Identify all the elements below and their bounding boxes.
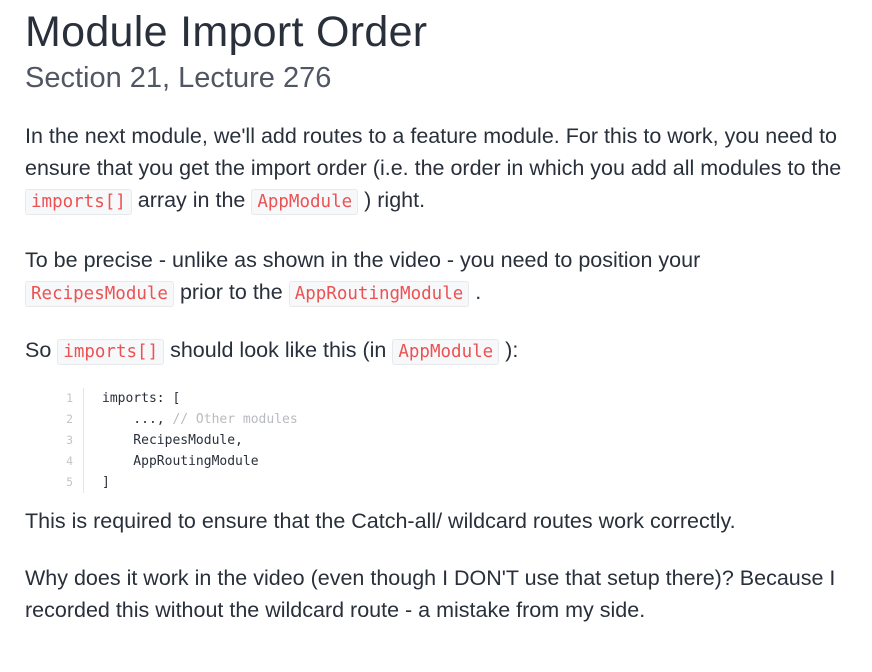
text-segment: . (469, 279, 482, 304)
inline-code: AppModule (251, 188, 359, 215)
paragraph-required: This is required to ensure that the Catc… (25, 508, 736, 533)
text-segment: In the next module, we'll add routes to … (25, 123, 842, 180)
inline-code: imports[] (57, 338, 165, 365)
text-segment: should look like this (in (164, 337, 393, 362)
code-segment: RecipesModule, (102, 432, 243, 448)
text-segment: prior to the (173, 279, 289, 304)
code-line: 5] (53, 471, 855, 493)
code-block: 1 imports: [ 2 ..., // Other modules 3 Re… (53, 387, 855, 493)
lecture-title: Module Import Order (25, 8, 428, 56)
paragraph-precise: To be precise - unlike as shown in the v… (25, 244, 855, 310)
code-segment: AppRoutingModule (102, 453, 259, 469)
line-number: 3 (53, 429, 84, 451)
paragraph-video-note: Why does it work in the video (even thou… (25, 565, 836, 622)
line-number: 1 (53, 387, 84, 409)
inline-code: AppModule (392, 338, 500, 365)
code-text: AppRoutingModule (84, 451, 259, 472)
code-text: RecipesModule, (84, 430, 243, 451)
line-number: 2 (53, 408, 84, 430)
code-line: 1 imports: [ (53, 387, 855, 409)
paragraph-intro: In the next module, we'll add routes to … (25, 120, 855, 218)
code-line: 2 ..., // Other modules (53, 408, 855, 430)
line-number: 5 (53, 471, 84, 493)
inline-code: imports[] (25, 188, 132, 215)
paragraph-imports: So imports[] should look like this (in A… (25, 334, 855, 368)
text-segment: So (25, 337, 58, 362)
text-segment: array in the (131, 187, 252, 212)
code-text: imports: [ (84, 388, 180, 409)
inline-code: RecipesModule (25, 280, 174, 307)
code-comment: // Other modules (172, 411, 298, 427)
code-text: ..., // Other modules (84, 409, 298, 430)
lecture-article: Module Import Order Section 21, Lecture … (0, 0, 855, 626)
code-segment: ..., (102, 411, 173, 427)
lecture-subtitle: Section 21, Lecture 276 (25, 62, 332, 94)
code-segment: ] (102, 474, 110, 490)
text-segment: To be precise - unlike as shown in the v… (25, 247, 701, 272)
code-line: 3 RecipesModule, (53, 429, 855, 451)
text-segment: ): (499, 337, 519, 362)
line-number: 4 (53, 450, 84, 472)
code-line: 4 AppRoutingModule (53, 450, 855, 472)
code-text: ] (84, 472, 110, 493)
inline-code: AppRoutingModule (288, 280, 470, 307)
code-segment: imports: [ (102, 390, 181, 406)
text-segment: ) right. (358, 187, 426, 212)
